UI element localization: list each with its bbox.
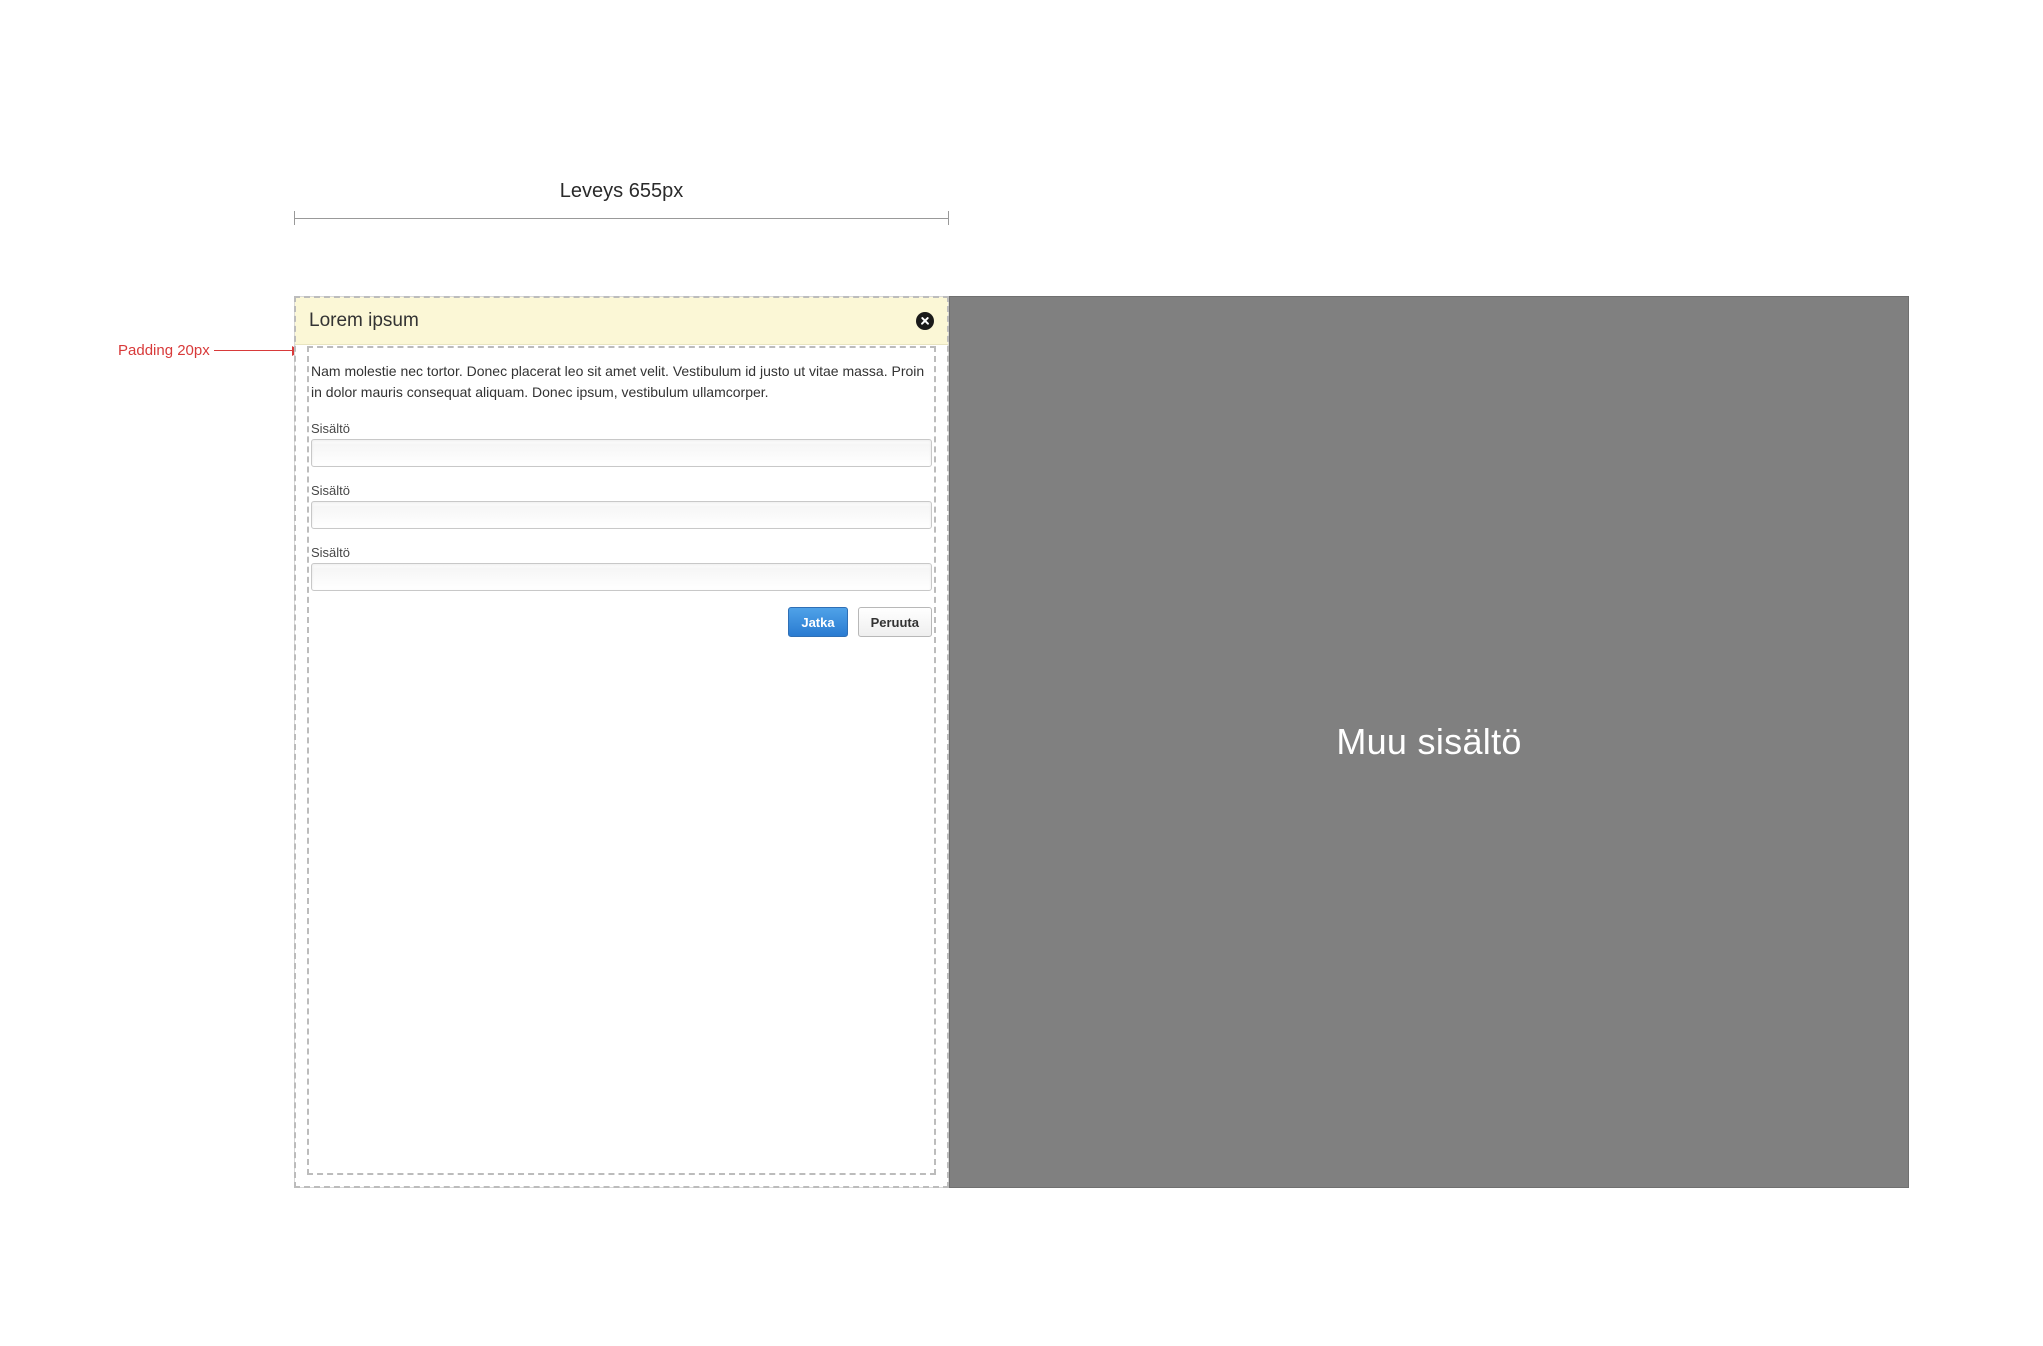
other-content-label: Muu sisältö	[1336, 721, 1521, 763]
cancel-button[interactable]: Peruuta	[858, 607, 932, 637]
panel-intro-text: Nam molestie nec tortor. Donec placerat …	[311, 361, 932, 403]
width-dimension-annotation: Leveys 655px	[294, 180, 949, 225]
sisalto-input-3[interactable]	[311, 563, 932, 591]
other-content-region: Muu sisältö	[949, 296, 1909, 1188]
close-icon[interactable]	[916, 312, 934, 330]
modal-panel: Lorem ipsum Nam molestie nec tortor. Don…	[294, 296, 949, 1188]
form-row: Sisältö	[311, 545, 932, 591]
sisalto-input-1[interactable]	[311, 439, 932, 467]
button-row: Jatka Peruuta	[311, 607, 932, 637]
field-label: Sisältö	[311, 421, 932, 436]
form-row: Sisältö	[311, 483, 932, 529]
width-dimension-label: Leveys 655px	[294, 180, 949, 203]
left-column: Lorem ipsum Nam molestie nec tortor. Don…	[294, 296, 949, 1188]
sisalto-input-2[interactable]	[311, 501, 932, 529]
padding-annotation-arrow	[214, 350, 300, 351]
continue-button[interactable]: Jatka	[788, 607, 847, 637]
panel-body: Nam molestie nec tortor. Donec placerat …	[295, 345, 948, 657]
panel-title: Lorem ipsum	[309, 310, 419, 332]
padding-annotation-label: Padding 20px	[118, 342, 210, 359]
panel-header: Lorem ipsum	[295, 297, 948, 345]
layout-stage: Lorem ipsum Nam molestie nec tortor. Don…	[294, 296, 1909, 1188]
field-label: Sisältö	[311, 545, 932, 560]
field-label: Sisältö	[311, 483, 932, 498]
width-dimension-line	[294, 211, 949, 225]
form-row: Sisältö	[311, 421, 932, 467]
